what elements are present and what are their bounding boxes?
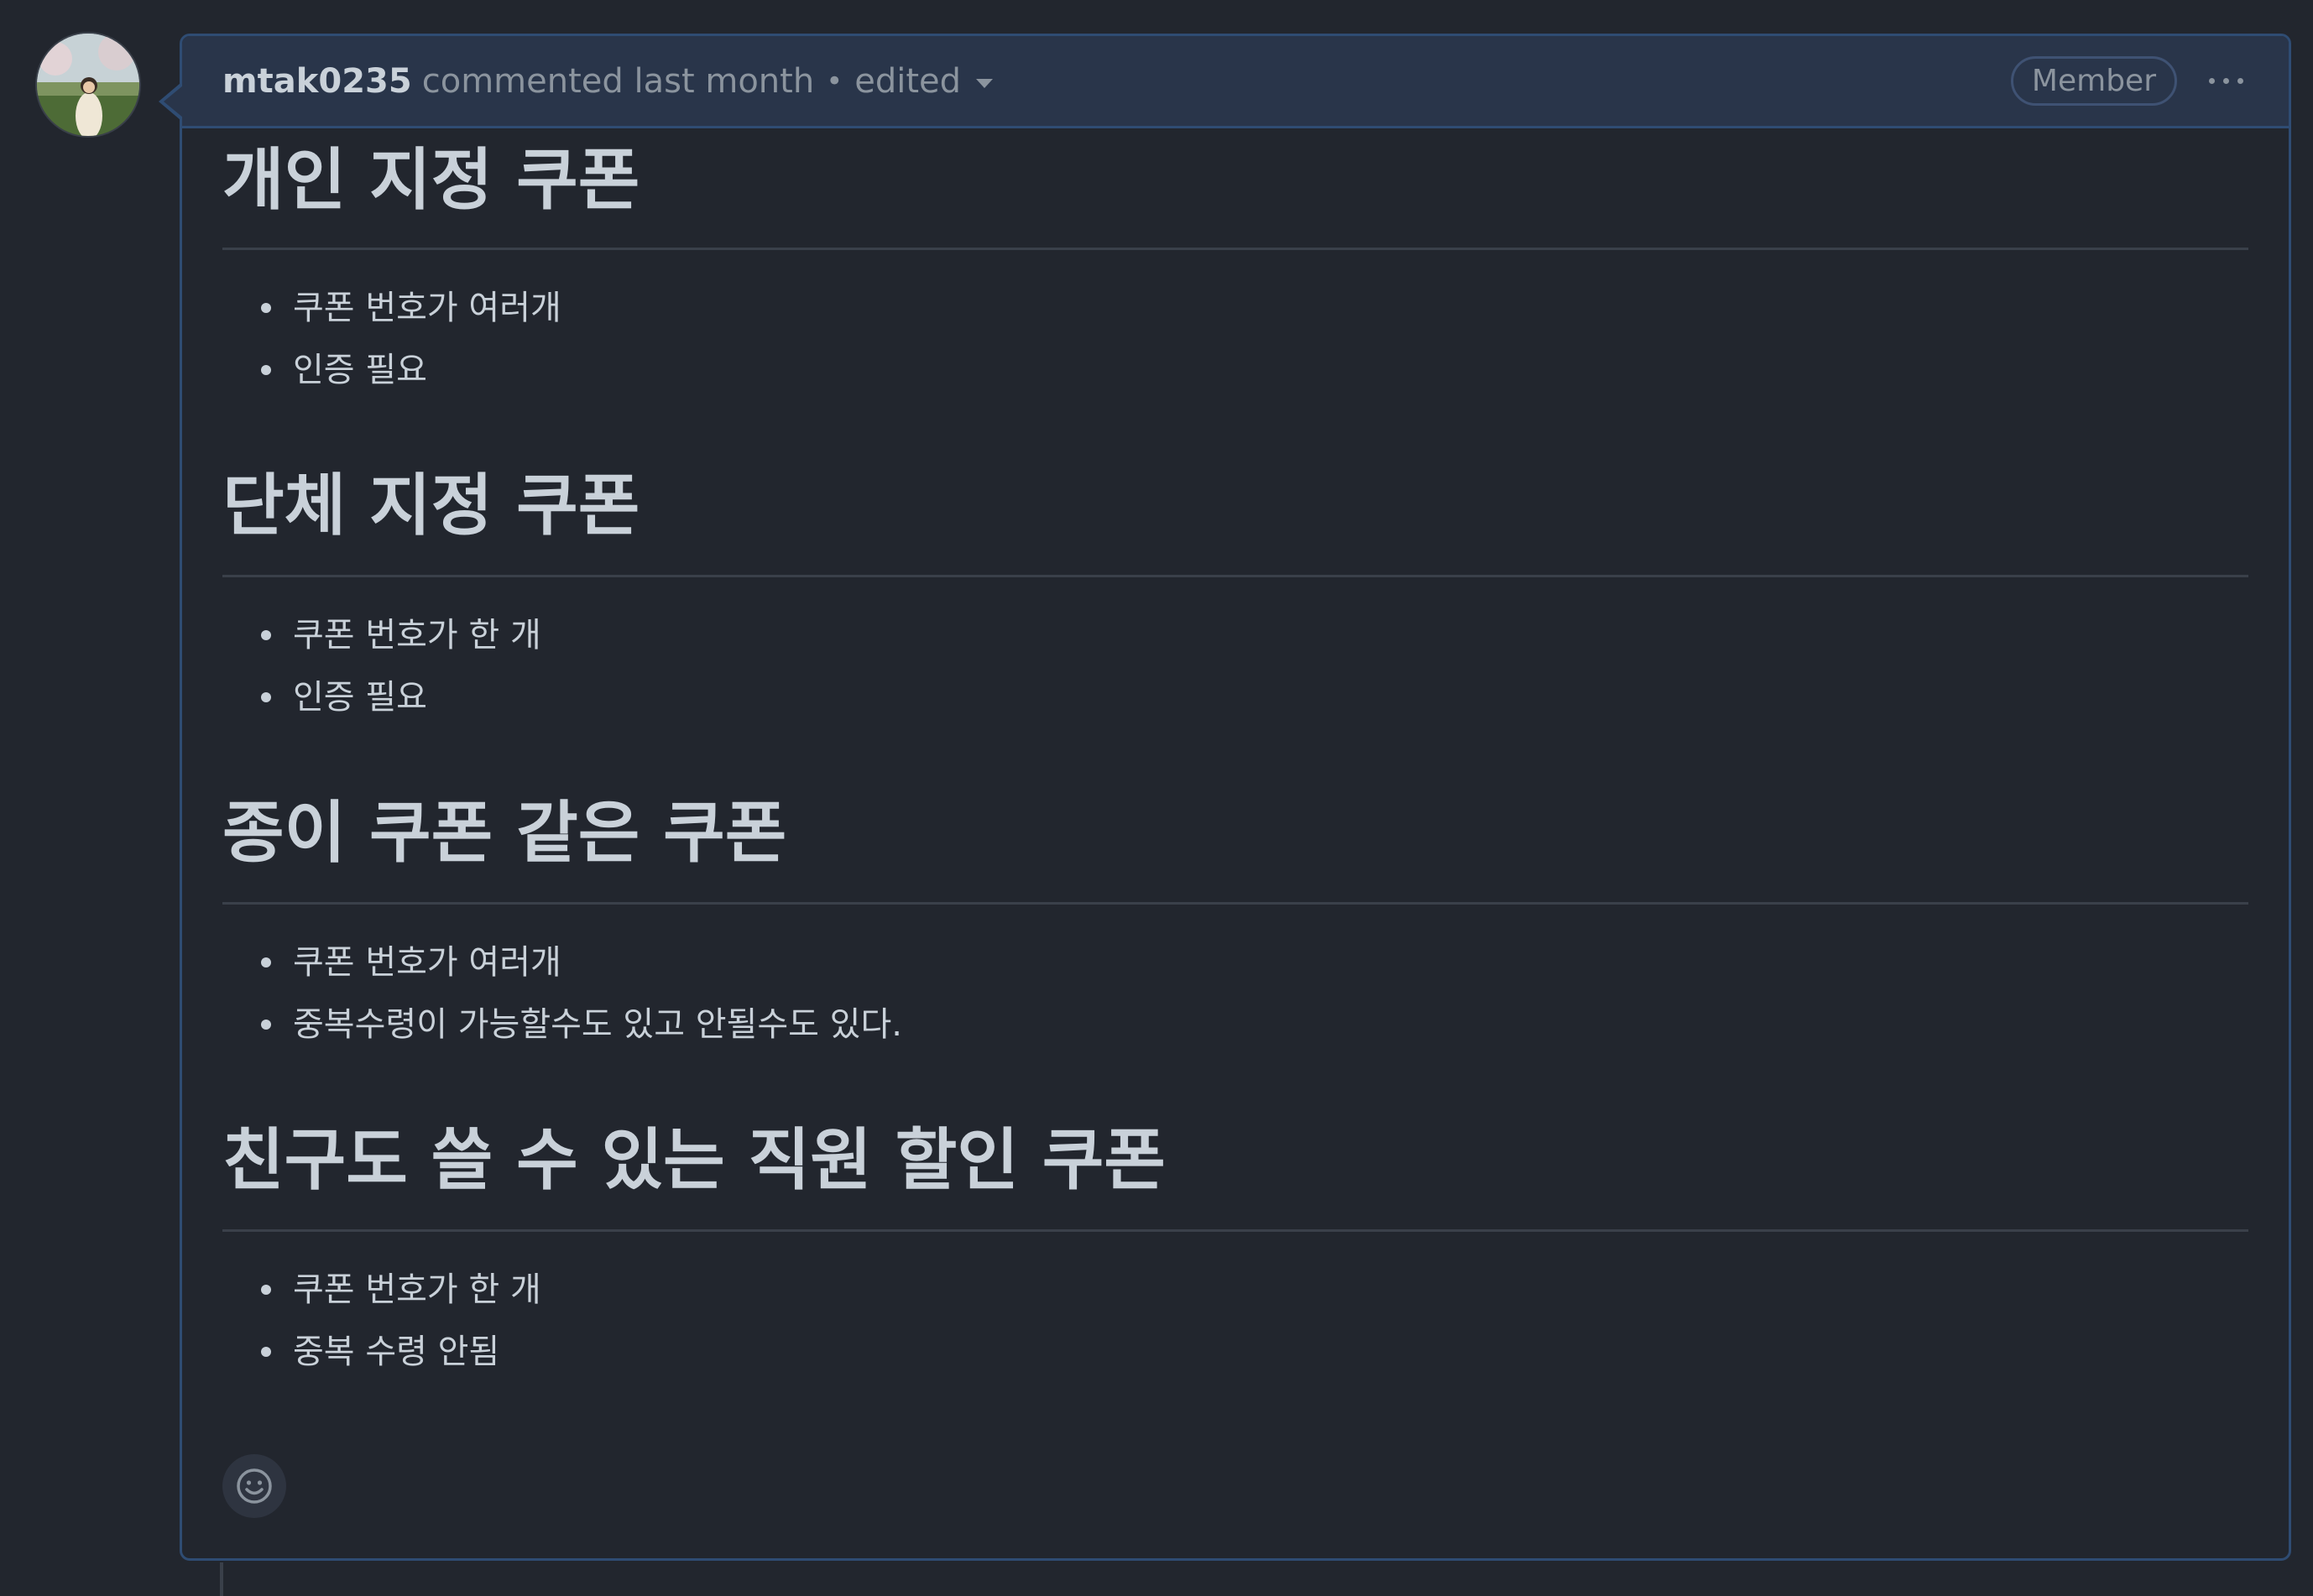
list-item: 쿠폰 번호가 한 개 — [261, 604, 2248, 666]
edited-dropdown[interactable]: edited — [854, 61, 994, 101]
comment-body: 개인 지정 쿠폰 쿠폰 번호가 여러개 인증 필요 단체 지정 쿠폰 쿠폰 번호… — [182, 128, 2289, 1404]
section: 개인 지정 쿠폰 쿠폰 번호가 여러개 인증 필요 — [222, 128, 2248, 422]
member-badge: Member — [2010, 55, 2177, 107]
list-item: 인증 필요 — [261, 666, 2248, 728]
add-reaction-button[interactable] — [222, 1454, 286, 1518]
triangle-down-icon — [976, 79, 994, 88]
bullet-list: 쿠폰 번호가 여러개 중복수령이 가능할수도 있고 안될수도 있다. — [222, 905, 2248, 1077]
author-link[interactable]: mtak0235 — [222, 62, 412, 101]
comment-box: mtak0235 commented last month • edited M… — [159, 34, 2291, 1561]
section-heading: 친구도 쓸 수 있는 직원 할인 쿠폰 — [222, 1077, 2248, 1232]
separator-dot: • — [826, 64, 843, 98]
comment-header: mtak0235 commented last month • edited M… — [182, 36, 2289, 128]
user-avatar[interactable] — [37, 34, 139, 136]
smiley-icon — [237, 1468, 272, 1504]
list-item: 중복수령이 가능할수도 있고 안될수도 있다. — [261, 994, 2248, 1056]
bullet-list: 쿠폰 번호가 한 개 중복 수령 안됨 — [222, 1232, 2248, 1404]
list-item: 인증 필요 — [261, 339, 2248, 401]
section: 종이 쿠폰 같은 쿠폰 쿠폰 번호가 여러개 중복수령이 가능할수도 있고 안될… — [222, 749, 2248, 1077]
section: 단체 지정 쿠폰 쿠폰 번호가 한 개 인증 필요 — [222, 422, 2248, 749]
list-item: 쿠폰 번호가 여러개 — [261, 277, 2248, 339]
header-actions: Member — [2010, 55, 2247, 107]
edited-label: edited — [854, 61, 962, 101]
list-item: 쿠폰 번호가 여러개 — [261, 931, 2248, 994]
comment-timestamp[interactable]: commented last month — [422, 62, 814, 101]
section: 친구도 쓸 수 있는 직원 할인 쿠폰 쿠폰 번호가 한 개 중복 수령 안됨 — [222, 1077, 2248, 1404]
bullet-list: 쿠폰 번호가 한 개 인증 필요 — [222, 577, 2248, 749]
list-item: 중복 수령 안됨 — [261, 1321, 2248, 1383]
list-item: 쿠폰 번호가 한 개 — [261, 1259, 2248, 1321]
comment-caret-fill — [164, 86, 183, 117]
timeline-line — [220, 1562, 223, 1596]
avatar-photo — [37, 34, 139, 136]
section-heading: 단체 지정 쿠폰 — [222, 422, 2248, 577]
section-heading: 개인 지정 쿠폰 — [222, 128, 2248, 250]
section-heading: 종이 쿠폰 같은 쿠폰 — [222, 749, 2248, 905]
bullet-list: 쿠폰 번호가 여러개 인증 필요 — [222, 250, 2248, 422]
kebab-horizontal-icon[interactable] — [2206, 70, 2247, 92]
